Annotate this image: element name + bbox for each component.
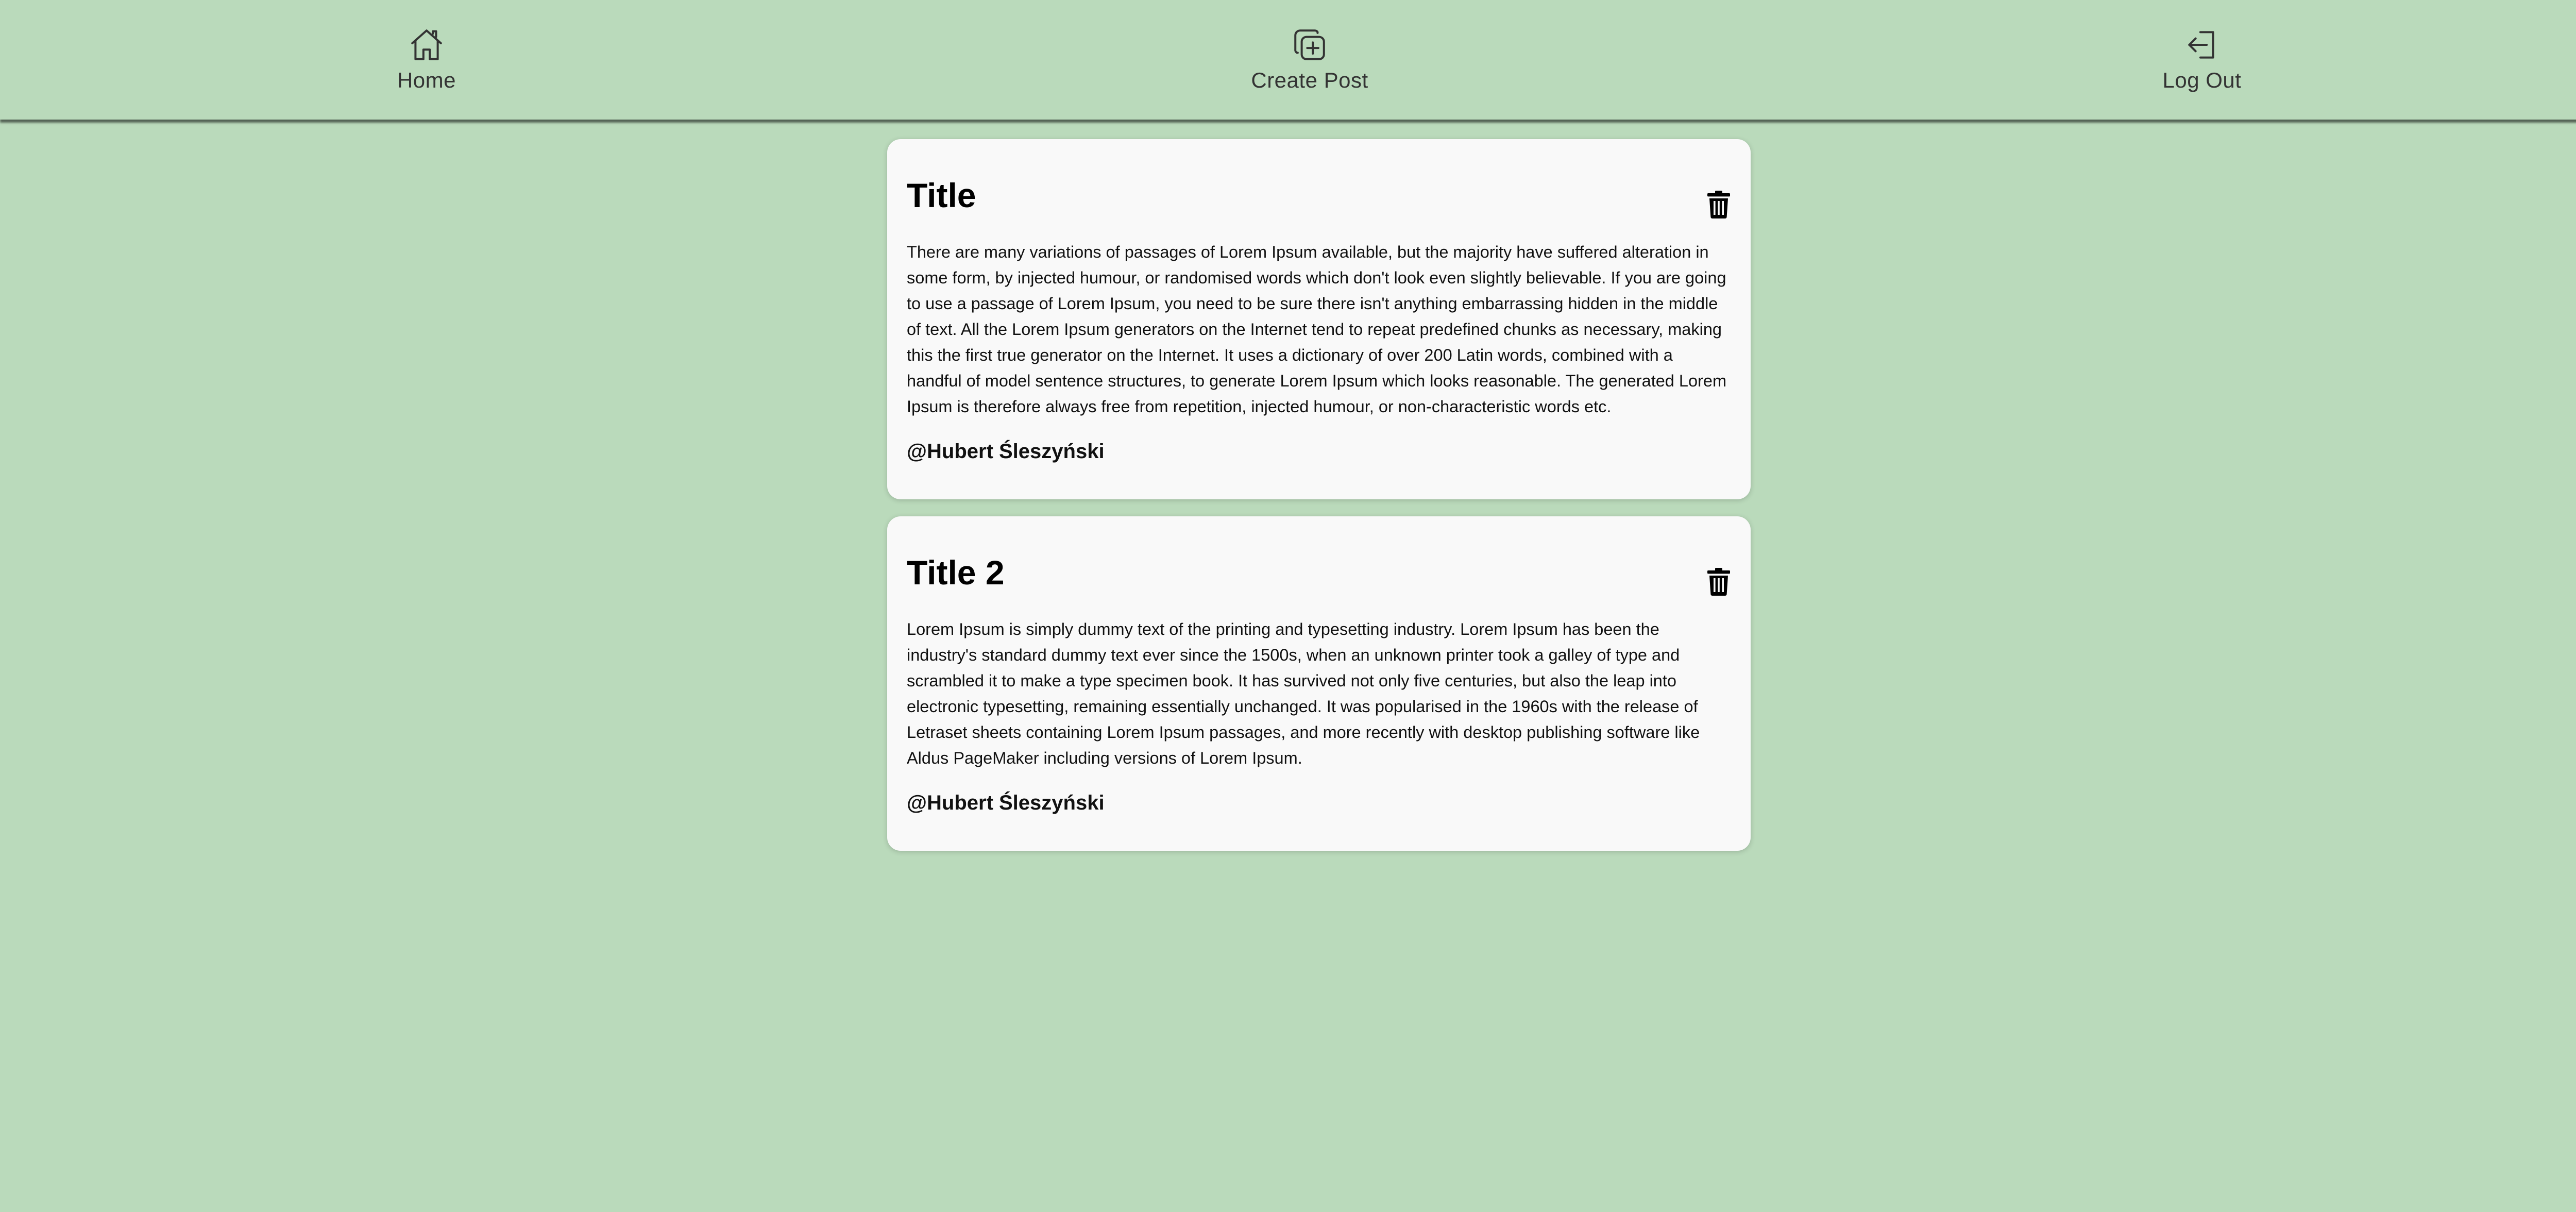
nav-logout-link[interactable]: Log Out: [2150, 26, 2253, 93]
post-author: @Hubert Śleszyński: [907, 440, 1105, 463]
post-body: There are many variations of passages of…: [907, 243, 1727, 416]
post-author: @Hubert Śleszyński: [907, 792, 1105, 814]
trash-icon[interactable]: [1707, 568, 1730, 596]
logout-icon: [2188, 31, 2214, 59]
post-title: Title: [907, 176, 976, 214]
home-icon: [411, 29, 442, 60]
post-body: Lorem Ipsum is simply dummy text of the …: [907, 620, 1700, 767]
post-card: Title There are many variations of passa…: [887, 139, 1751, 499]
post-card: Title 2 Lorem Ipsum is simply dummy text…: [887, 516, 1751, 851]
nav-logout-label: Log Out: [2162, 68, 2242, 92]
post-feed: Title There are many variations of passa…: [887, 139, 1751, 868]
post-title: Title 2: [907, 553, 1005, 592]
nav-home-link[interactable]: Home: [396, 26, 457, 93]
nav-create-post-label: Create Post: [1251, 68, 1368, 92]
trash-icon[interactable]: [1707, 191, 1730, 218]
nav-create-post-link[interactable]: Create Post: [1232, 26, 1387, 93]
nav-home-label: Home: [397, 68, 456, 92]
add-square-icon: [1294, 29, 1325, 60]
top-navbar: Home Create Post Log Out: [0, 0, 2576, 120]
